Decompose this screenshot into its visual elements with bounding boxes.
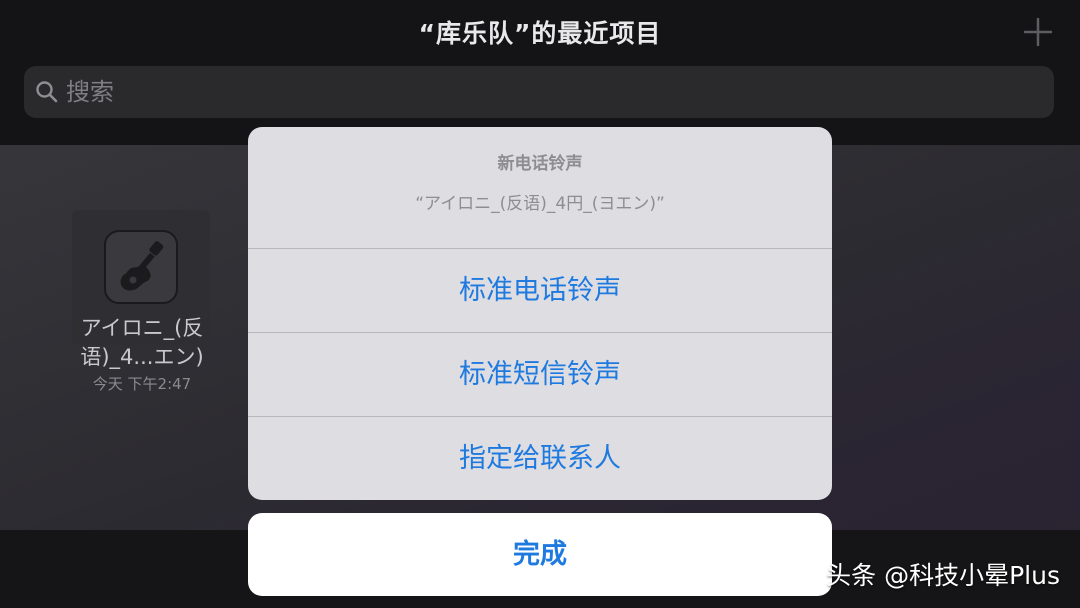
project-name: アイロニ_(反 语)_4...エン) — [62, 314, 222, 372]
search-bar[interactable] — [24, 66, 1054, 118]
navigation-bar: “库乐队”的最近项目 — [0, 0, 1080, 145]
plus-icon[interactable] — [1024, 18, 1052, 46]
done-button[interactable]: 完成 — [248, 513, 832, 596]
action-sheet-header: 新电话铃声 “アイロニ_(反语)_4円_(ヨエン)” — [248, 127, 832, 248]
screen: “库乐队”的最近项目 アイロニ_ — [0, 0, 1080, 608]
project-tile[interactable]: アイロニ_(反 语)_4...エン) 今天 下午2:47 — [72, 210, 214, 400]
assign-to-contact-button[interactable]: 指定给联系人 — [248, 416, 832, 500]
page-title: “库乐队”的最近项目 — [418, 19, 662, 48]
garageband-guitar-icon — [104, 230, 178, 304]
search-input[interactable] — [66, 74, 1026, 110]
action-sheet-message: “アイロニ_(反语)_4円_(ヨエン)” — [415, 194, 665, 214]
standard-text-tone-button[interactable]: 标准短信铃声 — [248, 332, 832, 416]
action-sheet: 新电话铃声 “アイロニ_(反语)_4円_(ヨエン)” 标准电话铃声 标准短信铃声… — [248, 127, 832, 500]
action-sheet-title: 新电话铃声 — [497, 154, 583, 174]
standard-ringtone-button[interactable]: 标准电话铃声 — [248, 248, 832, 332]
watermark: 头条 @科技小晕Plus — [826, 561, 1060, 590]
search-icon — [36, 81, 58, 103]
project-name-line-1: アイロニ_(反 — [80, 316, 204, 340]
project-name-line-2: 语)_4...エン) — [80, 345, 204, 369]
project-date: 今天 下午2:47 — [92, 375, 192, 393]
